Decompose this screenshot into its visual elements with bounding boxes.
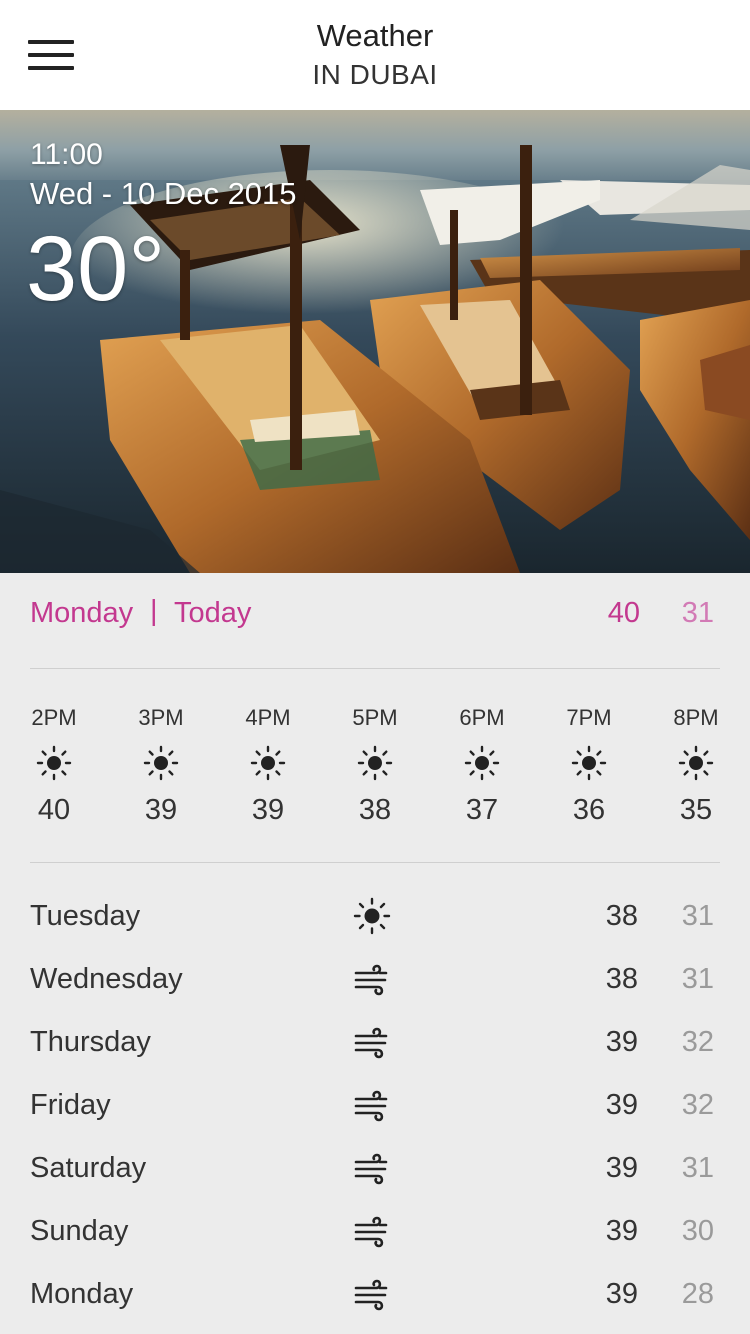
forecast-row[interactable]: Sunday 39 30: [30, 1211, 720, 1255]
forecast-row[interactable]: Tuesday 38 31: [30, 896, 720, 940]
forecast-high: 38: [605, 900, 638, 932]
wind-icon: [354, 1090, 388, 1122]
hero-photo: 11:00 Wed - 10 Dec 2015 30°: [0, 110, 750, 573]
hour-time: 3PM: [138, 705, 184, 730]
city-subtitle: IN DUBAI: [312, 59, 438, 90]
sun-icon: [678, 745, 714, 781]
forecast-high: 39: [605, 1278, 638, 1310]
hour-time: 4PM: [245, 705, 291, 730]
wind-icon: [354, 1279, 388, 1311]
forecast-day: Friday: [30, 1089, 111, 1121]
forecast-high: 39: [605, 1089, 638, 1121]
hour-temp: 38: [358, 794, 392, 826]
forecast-high: 39: [605, 1215, 638, 1247]
hour-time: 7PM: [566, 705, 612, 730]
forecast-day: Saturday: [30, 1152, 147, 1184]
page-title: Weather: [316, 18, 434, 53]
sun-icon: [357, 745, 393, 781]
sun-icon: [571, 745, 607, 781]
hour-temp: 39: [144, 794, 178, 826]
app-header: Weather IN DUBAI: [0, 0, 750, 110]
forecast-day: Sunday: [30, 1215, 129, 1247]
hero-date: Wed - 10 Dec 2015: [30, 176, 297, 211]
forecast-low: 31: [681, 1152, 714, 1184]
forecast-high: 39: [605, 1026, 638, 1058]
forecast-day: Thursday: [30, 1026, 151, 1058]
today-separator: |: [150, 595, 158, 627]
sun-icon: [143, 745, 179, 781]
hour-time: 5PM: [352, 705, 398, 730]
hero-time: 11:00: [30, 138, 103, 171]
forecast-row[interactable]: Saturday 39 31: [30, 1148, 720, 1192]
forecast-high: 38: [605, 963, 638, 995]
forecast-low: 32: [681, 1089, 714, 1121]
sun-icon: [464, 745, 500, 781]
forecast-row[interactable]: Friday 39 32: [30, 1085, 720, 1129]
forecast-row[interactable]: Wednesday 38 31: [30, 959, 720, 1003]
hour-time: 2PM: [31, 705, 77, 730]
current-temperature: 30°: [26, 218, 166, 320]
hour-temp: 35: [679, 794, 713, 826]
divider: [30, 668, 720, 669]
wind-icon: [354, 964, 388, 996]
forecast-low: 31: [681, 963, 714, 995]
forecast-low: 32: [681, 1026, 714, 1058]
forecast-day: Wednesday: [30, 963, 183, 995]
hour-temp: 40: [37, 794, 71, 826]
forecast-low: 31: [681, 900, 714, 932]
forecast-low: 28: [681, 1278, 714, 1310]
forecast-row[interactable]: Monday 39 28: [30, 1274, 720, 1318]
sun-icon: [353, 897, 391, 935]
sun-icon: [36, 745, 72, 781]
forecast-high: 39: [605, 1152, 638, 1184]
sun-icon: [250, 745, 286, 781]
wind-icon: [354, 1027, 388, 1059]
hour-temp: 39: [251, 794, 285, 826]
today-high-temp: 40: [607, 597, 640, 629]
divider: [30, 862, 720, 863]
wind-icon: [354, 1216, 388, 1248]
today-label: Today: [174, 597, 252, 629]
forecast-day: Tuesday: [30, 900, 141, 932]
today-low-temp: 31: [681, 597, 714, 629]
forecast-row[interactable]: Thursday 39 32: [30, 1022, 720, 1066]
forecast-low: 30: [681, 1215, 714, 1247]
wind-icon: [354, 1153, 388, 1185]
hour-time: 6PM: [459, 705, 505, 730]
forecast-day: Monday: [30, 1278, 134, 1310]
today-day-name: Monday: [30, 597, 134, 629]
hour-temp: 36: [572, 794, 606, 826]
today-summary-row[interactable]: Monday | Today 40 31: [30, 595, 720, 637]
hour-time: 8PM: [673, 705, 719, 730]
hour-temp: 37: [465, 794, 499, 826]
